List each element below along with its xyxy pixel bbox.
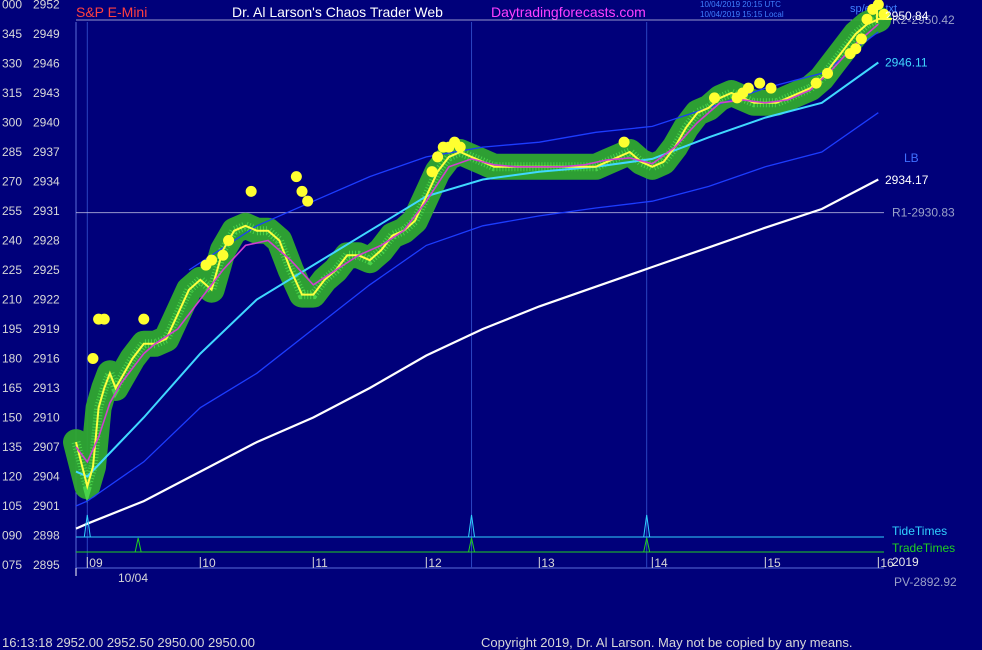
high-point-dot: [850, 43, 862, 55]
y-tick-price: 2943: [33, 86, 60, 100]
y-tick-price: 2895: [33, 558, 60, 572]
high-point-dot: [432, 151, 444, 163]
y-tick-degree: 120: [2, 470, 22, 484]
y-tick-price: 2898: [33, 529, 60, 543]
y-tick-price: 2904: [33, 470, 60, 484]
y-tick-degree: 135: [2, 440, 22, 454]
y-tick-price: 2901: [33, 499, 60, 513]
high-point-dot: [454, 141, 466, 153]
price-chart: 10/04 R2-2950.42R1-2930.83PV-2892.92 015…: [2, 0, 957, 589]
high-point-dot: [708, 92, 720, 104]
copyright-notice: Copyright 2019, Dr. Al Larson. May not b…: [481, 635, 853, 650]
y-tick-degree: 330: [2, 57, 22, 71]
high-point-dot: [765, 82, 777, 94]
date-label: 10/04: [118, 571, 148, 585]
y-tick-price: 2946: [33, 57, 60, 71]
y-tick-degree: 165: [2, 381, 22, 395]
y-tick-degree: 180: [2, 352, 22, 366]
y-tick-degree: 345: [2, 27, 22, 41]
y-tick-price: 2922: [33, 293, 60, 307]
y-tick-degree: 075: [2, 558, 22, 572]
y-tick-price: 2940: [33, 116, 60, 130]
y-tick-price: 2937: [33, 145, 60, 159]
y-tick-price: 2916: [33, 352, 60, 366]
y-tick-degree: 300: [2, 116, 22, 130]
y-tick-degree: 195: [2, 322, 22, 336]
y-tick-price: 2949: [33, 27, 60, 41]
year-label: 2019: [892, 555, 919, 569]
pivot-level-label: R1-2930.83: [892, 206, 955, 220]
y-tick-degree: 315: [2, 86, 22, 100]
high-point-dot: [742, 82, 754, 94]
y-tick-degree: 285: [2, 145, 22, 159]
end-value-label: 2950.84: [885, 9, 929, 23]
high-point-dot: [290, 171, 302, 183]
high-point-dot: [206, 254, 218, 266]
x-tick-label: 15: [767, 556, 781, 570]
high-point-dot: [223, 235, 235, 246]
x-tick-label: 13: [541, 556, 555, 570]
high-point-dot: [138, 313, 150, 325]
high-point-dot: [810, 77, 822, 89]
high-point-dot: [754, 77, 766, 89]
y-tick-degree: 270: [2, 175, 22, 189]
high-point-dot: [98, 313, 110, 325]
high-point-dot: [245, 185, 257, 197]
x-tick-label: 09: [89, 556, 103, 570]
end-value-label: 2934.17: [885, 173, 929, 187]
high-point-dot: [302, 195, 314, 207]
y-tick-price: 2934: [33, 175, 60, 189]
x-tick-label: 14: [654, 556, 668, 570]
end-value-label: 2946.11: [885, 55, 928, 69]
high-point-dot: [618, 136, 630, 148]
x-tick-label: 10: [202, 556, 216, 570]
high-point-dot: [426, 166, 438, 178]
high-point-dot: [861, 13, 873, 25]
y-tick-degree: 255: [2, 204, 22, 218]
y-tick-degree: 150: [2, 411, 22, 425]
y-tick-price: 2907: [33, 440, 60, 454]
y-tick-price: 2928: [33, 234, 60, 248]
y-tick-price: 2931: [33, 204, 60, 218]
y-tick-degree: 225: [2, 263, 22, 277]
y-tick-price: 2952: [33, 0, 60, 12]
y-tick-degree: 105: [2, 499, 22, 513]
lb-label: LB: [904, 151, 919, 165]
high-point-dot: [855, 33, 867, 45]
tide-times-label: TideTimes: [892, 524, 947, 538]
trade-times-label: TradeTimes: [892, 541, 955, 555]
high-point-dot: [821, 67, 833, 79]
y-tick-price: 2913: [33, 381, 60, 395]
last-quote: 16:13:18 2952.00 2952.50 2950.00 2950.00: [2, 635, 256, 650]
y-tick-degree: 210: [2, 293, 22, 307]
y-tick-price: 2919: [33, 322, 60, 336]
high-point-dot: [296, 185, 308, 197]
pivot-level-label: PV-2892.92: [894, 575, 957, 589]
x-tick-label: 12: [428, 556, 442, 570]
y-tick-degree: 090: [2, 529, 22, 543]
high-point-dot: [87, 353, 99, 364]
y-tick-price: 2910: [33, 411, 60, 425]
x-tick-label: 11: [315, 556, 328, 570]
high-point-dot: [217, 249, 229, 261]
y-tick-degree: 240: [2, 234, 22, 248]
y-tick-price: 2925: [33, 263, 60, 277]
y-tick-degree: 000: [2, 0, 22, 12]
